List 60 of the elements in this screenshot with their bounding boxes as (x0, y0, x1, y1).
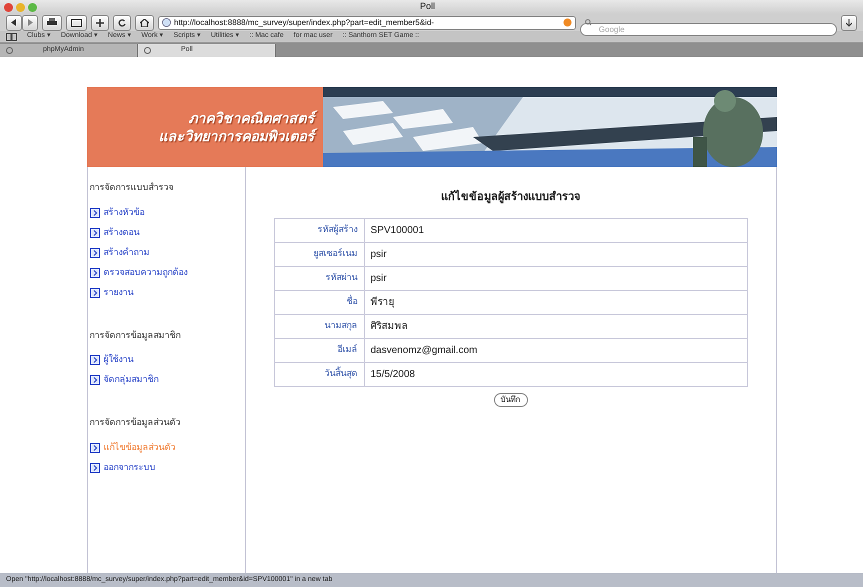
search-icon (584, 19, 593, 26)
field-label: รหัสผู้สร้าง (274, 218, 364, 242)
tab-close-icon[interactable] (144, 47, 151, 54)
url-text: http://localhost:8888/mc_survey/super/index.php?part=edit_member5&id- (174, 16, 435, 28)
book-icon[interactable] (6, 32, 17, 40)
field-value: 15/5/2008 (364, 362, 747, 386)
field-value: psir (364, 242, 747, 266)
chevron-icon (90, 268, 100, 278)
sidebar-heading: การจัดการข้อมูลสมาชิก (90, 328, 182, 342)
download-button[interactable] (841, 14, 857, 30)
right-triangle-icon (27, 19, 33, 26)
chevron-icon (90, 355, 100, 365)
chevron-icon (90, 442, 100, 452)
reload-icon (118, 18, 126, 26)
form-title: แก้ไขข้อมูลผู้สร้างแบบสำรวจ (441, 189, 580, 206)
frame-icon (71, 18, 82, 26)
sidebar-heading: การจัดการข้อมูลส่วนตัว (90, 416, 182, 430)
reload-button[interactable] (113, 14, 131, 30)
field-label: ยูสเซอร์เนม (274, 242, 364, 266)
home-icon (140, 18, 149, 26)
chevron-icon (90, 462, 100, 472)
tab-close-icon[interactable] (6, 47, 13, 54)
chevron-icon (90, 288, 100, 298)
field-value: SPV100001 (364, 218, 747, 242)
sidebar-link[interactable]: ตรวจสอบความถูกต้อง (90, 262, 244, 282)
chevron-icon (90, 208, 100, 218)
address-field[interactable]: http://localhost:8888/mc_survey/super/index.php?part=edit_member5&id- (158, 16, 576, 30)
sidebar-link[interactable]: จัดกลุ่มสมาชิก (90, 370, 244, 390)
down-arrow-icon (846, 18, 852, 26)
field-label: อีเมล์ (274, 338, 364, 362)
left-triangle-icon (11, 19, 17, 26)
bookmarks-button[interactable] (66, 14, 87, 30)
field-value: พีรายุ (364, 290, 747, 314)
field-label: วันสิ้นสุด (274, 362, 364, 386)
print-button[interactable] (42, 14, 62, 30)
field-label: รหัสผ่าน (274, 266, 364, 290)
close-icon[interactable] (4, 2, 13, 12)
chevron-icon (90, 248, 100, 258)
plus-icon (96, 18, 104, 26)
sidebar-link[interactable]: สร้างตอน (90, 222, 244, 242)
sidebar-link[interactable]: สร้างคำถาม (90, 242, 244, 262)
printer-icon (47, 18, 57, 27)
back-button[interactable] (6, 14, 22, 30)
home-button[interactable] (135, 14, 154, 30)
sidebar-link[interactable]: รายงาน (90, 282, 244, 302)
field-label: ชื่อ (274, 290, 364, 314)
search-field[interactable]: Google (580, 23, 837, 36)
window-title: Poll (420, 0, 436, 14)
chevron-icon (90, 375, 100, 385)
field-label: นามสกุล (274, 314, 364, 338)
field-value: psir (364, 266, 747, 290)
field-value: dasvenomz@gmail.com (364, 338, 747, 362)
sidebar-link[interactable]: สร้างหัวข้อ (90, 202, 244, 222)
sidebar-heading: การจัดการแบบสำรวจ (90, 181, 174, 194)
chevron-icon (90, 228, 100, 238)
field-value: ศิริสมพล (364, 314, 747, 338)
sidebar-link[interactable]: ออกจากระบบ (90, 458, 244, 478)
sidebar-link[interactable]: ผู้ใช้งาน (90, 350, 244, 370)
add-bookmark-button[interactable] (91, 14, 109, 30)
save-button[interactable]: บันทึก (494, 392, 528, 406)
